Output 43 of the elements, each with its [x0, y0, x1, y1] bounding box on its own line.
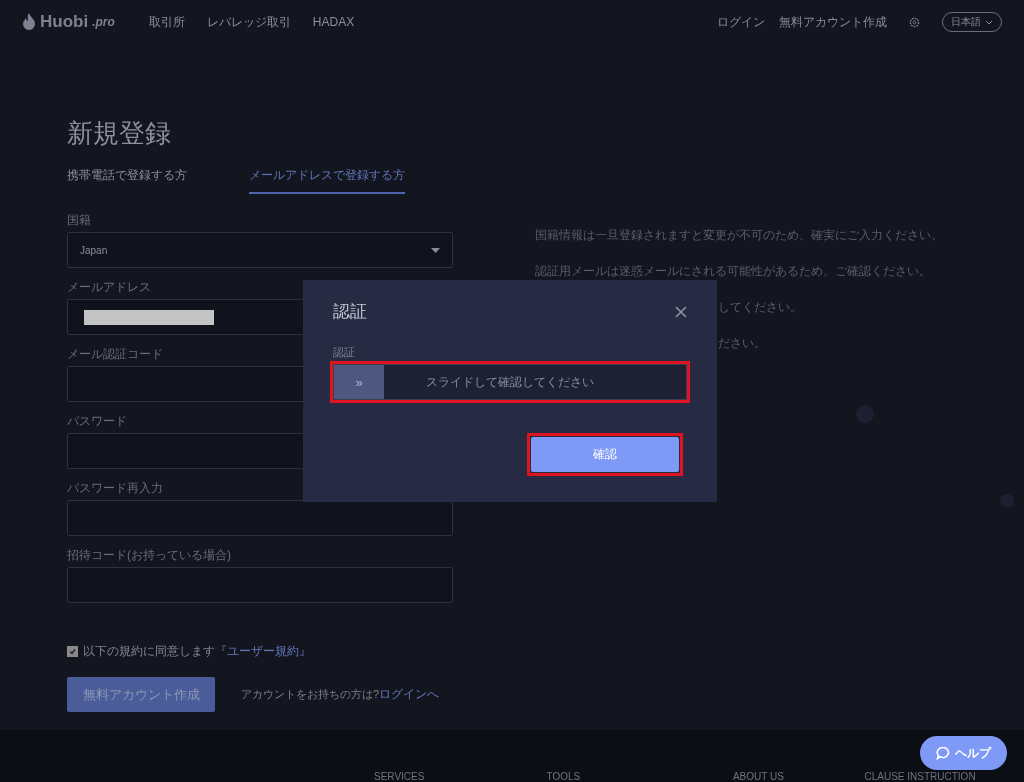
info-note: 国籍情報は一旦登録されますと変更が不可のため、確実にご入力ください。: [535, 229, 943, 242]
field-label: メールアドレス: [67, 281, 151, 294]
tab[interactable]: メールアドレスで登録する方: [249, 167, 405, 194]
caret-icon: [431, 247, 440, 253]
slide-verification[interactable]: » スライドして確認してください: [333, 364, 687, 400]
checkbox[interactable]: [67, 646, 78, 657]
nav-link[interactable]: ログイン: [717, 13, 765, 31]
field-label: パスワード: [67, 415, 127, 428]
page-title: 新規登録: [67, 117, 172, 150]
nav-link[interactable]: レバレッジ取引: [206, 13, 291, 31]
field-label: メール認証コード: [67, 348, 163, 361]
input-field[interactable]: [67, 500, 453, 536]
logo-link[interactable]: Huobi .pro: [22, 12, 115, 32]
footer-heading: ABOUT US: [732, 772, 785, 782]
nav-link[interactable]: 取引所: [148, 13, 185, 31]
close-icon[interactable]: [675, 305, 687, 318]
country-select[interactable]: Japan: [67, 232, 453, 268]
input-field[interactable]: [67, 567, 453, 603]
slider-label: 認証: [333, 345, 355, 360]
flame-icon: [22, 13, 36, 31]
help-button[interactable]: ヘルプ: [920, 736, 1007, 770]
slider-handle[interactable]: »: [334, 365, 384, 399]
field-label: パスワード再入力: [67, 482, 163, 495]
dialog-title: 認証: [333, 301, 367, 323]
settings-icon[interactable]: [909, 16, 920, 28]
info-note: ださい。: [718, 337, 766, 350]
chevron-down-icon: [985, 19, 993, 25]
info-note: 認証用メールは迷惑メールにされる可能性があるため、ご確認ください。: [535, 265, 931, 278]
nav-link[interactable]: 無料アカウント作成: [779, 13, 887, 31]
field-label: 国籍: [67, 214, 91, 227]
field-label: 招待コード(お持っている場合): [67, 549, 231, 562]
tab[interactable]: 携帯電話で登録する方: [67, 167, 187, 194]
login-link[interactable]: ログインへ: [379, 687, 440, 701]
info-note: してください。: [718, 301, 802, 314]
confirm-button[interactable]: 確認: [531, 437, 679, 472]
login-prompt: アカウントをお持ちの方は?ログインへ: [241, 686, 440, 703]
nav-link[interactable]: HADAX: [312, 15, 355, 29]
chat-bubble-icon: [936, 746, 950, 760]
footer-heading: CLAUSE INSTRUCTION: [864, 772, 977, 782]
footer-heading: TOOLS: [546, 772, 582, 782]
terms-link[interactable]: 『ユーザー規約』: [215, 644, 311, 658]
agreement-text: 以下の規約に同意します『ユーザー規約』: [83, 643, 311, 660]
footer-heading: SERVICES: [374, 772, 426, 782]
